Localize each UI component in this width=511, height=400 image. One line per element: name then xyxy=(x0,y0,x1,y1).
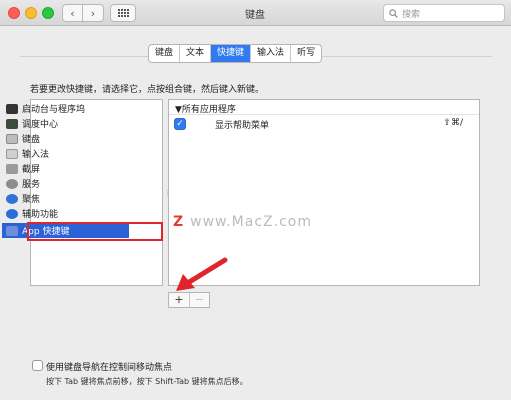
search-icon xyxy=(389,8,398,18)
category-label: App 快捷键 xyxy=(22,227,70,237)
category-item-services[interactable]: 服务 xyxy=(2,176,129,191)
minimize-window-button[interactable] xyxy=(25,7,37,19)
watermark-text: www.MacZ.com xyxy=(190,214,312,230)
category-item-accessibility[interactable]: 辅助功能 xyxy=(2,206,129,221)
gear-icon xyxy=(6,178,18,189)
keyboard-icon xyxy=(6,133,18,144)
keyboard-navigation-label[interactable]: 使用键盘导航在控制间移动焦点 xyxy=(46,360,172,373)
category-label: 辅助功能 xyxy=(22,210,59,220)
category-item-launchpad[interactable]: 启动台与程序坞 xyxy=(2,101,129,116)
category-label: 启动台与程序坞 xyxy=(22,105,86,115)
shortcut-name: 显示帮助菜单 xyxy=(215,121,270,131)
screenshot-icon xyxy=(6,163,18,174)
tab-input-sources[interactable]: 输入法 xyxy=(251,45,292,62)
category-item-screenshots[interactable]: 截屏 xyxy=(2,161,129,176)
category-item-spotlight[interactable]: 聚焦 xyxy=(2,191,129,206)
category-label: 输入法 xyxy=(22,150,50,160)
mission-control-icon xyxy=(6,118,18,129)
tab-keyboard[interactable]: 键盘 xyxy=(149,45,181,62)
search-placeholder: 搜索 xyxy=(402,9,421,20)
category-item-app-shortcuts[interactable]: App 快捷键 xyxy=(2,223,129,238)
category-label: 调度中心 xyxy=(22,120,59,130)
search-field[interactable]: 搜索 xyxy=(383,4,505,22)
arrow-annotation xyxy=(176,257,228,291)
zoom-window-button[interactable] xyxy=(42,7,54,19)
category-label: 服务 xyxy=(22,180,41,190)
grid-icon xyxy=(117,9,129,17)
forward-button[interactable]: › xyxy=(83,4,104,22)
launchpad-icon xyxy=(6,103,18,114)
keyboard-navigation-checkbox[interactable] xyxy=(32,360,43,371)
category-item-input-sources[interactable]: 输入法 xyxy=(2,146,129,161)
remove-button[interactable]: − xyxy=(189,293,209,307)
instruction-text: 若要更改快捷键，请选择它，点按组合键，然后键入新键。 xyxy=(30,85,265,95)
category-label: 聚焦 xyxy=(22,195,41,205)
spotlight-icon xyxy=(6,193,18,204)
tab-dictation[interactable]: 听写 xyxy=(291,45,321,62)
back-button[interactable]: ‹ xyxy=(62,4,83,22)
category-item-mission-control[interactable]: 调度中心 xyxy=(2,116,129,131)
tab-text[interactable]: 文本 xyxy=(180,45,212,62)
shortcut-enabled-checkbox[interactable]: ✓ xyxy=(174,118,186,130)
window-title: 键盘 xyxy=(245,10,265,21)
watermark: Z www.MacZ.com xyxy=(173,214,312,230)
shortcut-keys[interactable]: ⇧⌘/ xyxy=(443,118,463,128)
show-all-button[interactable] xyxy=(110,4,136,22)
keyboard-navigation-hint: 按下 Tab 键将焦点前移，按下 Shift-Tab 键将焦点后移。 xyxy=(46,377,248,386)
watermark-logo: Z xyxy=(173,214,185,230)
chevron-left-icon: ‹ xyxy=(70,6,75,20)
close-window-button[interactable] xyxy=(8,7,20,19)
input-source-icon xyxy=(6,148,18,159)
category-label: 键盘 xyxy=(22,135,41,145)
category-label: 截屏 xyxy=(22,165,41,175)
app-shortcuts-icon xyxy=(6,225,18,236)
category-item-keyboard[interactable]: 键盘 xyxy=(2,131,129,146)
shortcut-row[interactable]: ✓ 显示帮助菜单 ⇧⌘/ xyxy=(169,115,479,133)
chevron-right-icon: › xyxy=(90,6,96,20)
split-handle[interactable]: ⋮ xyxy=(164,189,171,197)
add-remove-control: + − xyxy=(168,292,210,308)
tab-shortcuts[interactable]: 快捷键 xyxy=(211,45,252,62)
accessibility-icon xyxy=(6,208,18,219)
add-button[interactable]: + xyxy=(169,293,189,307)
tab-bar: 键盘 文本 快捷键 输入法 听写 xyxy=(148,44,323,63)
